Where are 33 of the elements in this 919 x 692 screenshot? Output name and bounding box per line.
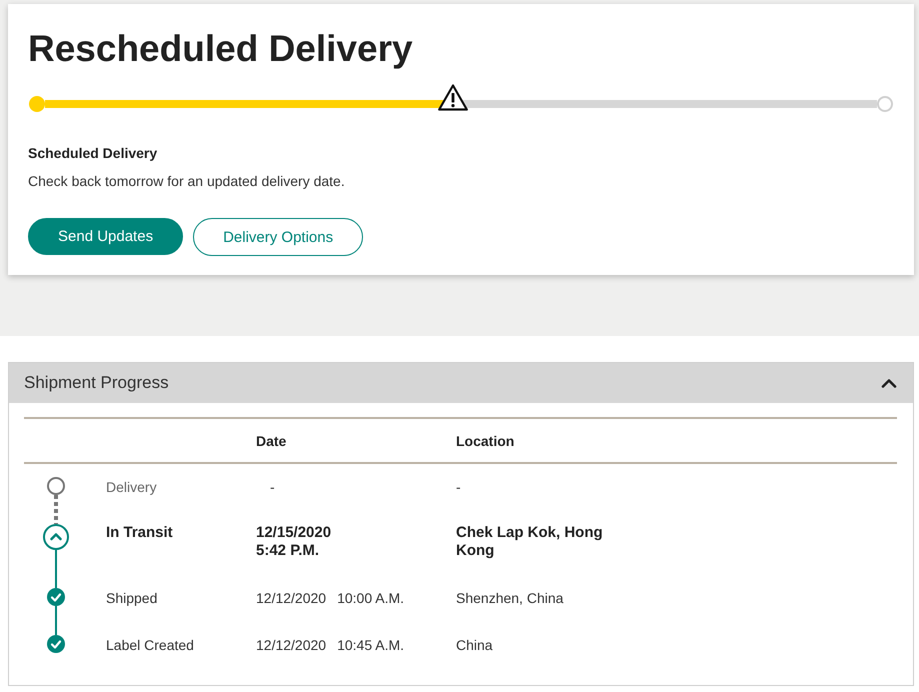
panel-title: Shipment Progress [24, 373, 169, 393]
event-time: 5:42 P.M. [256, 542, 320, 560]
check-circle-icon [47, 588, 65, 606]
event-status: Label Created [106, 637, 194, 653]
primary-button[interactable]: Send Updates [28, 218, 184, 255]
timeline-connector [54, 495, 58, 524]
column-header: Date [256, 432, 286, 448]
start-dot-icon [29, 96, 45, 112]
event-date: - [270, 478, 275, 496]
timeline-connector [55, 606, 57, 635]
event-time: 10:00 A.M. [337, 589, 404, 607]
event-status: In Transit [106, 524, 173, 541]
event-date: 12/12/2020 [256, 636, 326, 654]
status-heading: Scheduled Delivery [28, 144, 158, 162]
event-location: China [456, 636, 494, 654]
chevron-up-icon[interactable] [881, 378, 897, 388]
event-date: 12/15/2020 [256, 524, 332, 542]
check-circle-icon [47, 635, 65, 653]
event-location: Shenzhen, China [456, 589, 564, 607]
event-location: Chek Lap Kok, Hong Kong [456, 524, 604, 560]
secondary-button[interactable]: Delivery Options [193, 218, 364, 256]
column-header: Location [456, 432, 514, 448]
status-message: Check back tomorrow for an updated delivery date. [28, 172, 346, 190]
timeline-connector [55, 550, 57, 588]
event-status: Delivery [106, 479, 157, 495]
event-status: Shipped [106, 590, 158, 606]
event-location: - [456, 478, 462, 496]
event-time: 10:45 A.M. [337, 636, 404, 654]
empty-circle-icon [47, 477, 65, 495]
page-title: Rescheduled Delivery [28, 27, 414, 70]
event-date: 12/12/2020 [256, 589, 326, 607]
panel-header[interactable]: Shipment Progress [9, 363, 913, 403]
chevron-circle-icon [43, 524, 69, 550]
